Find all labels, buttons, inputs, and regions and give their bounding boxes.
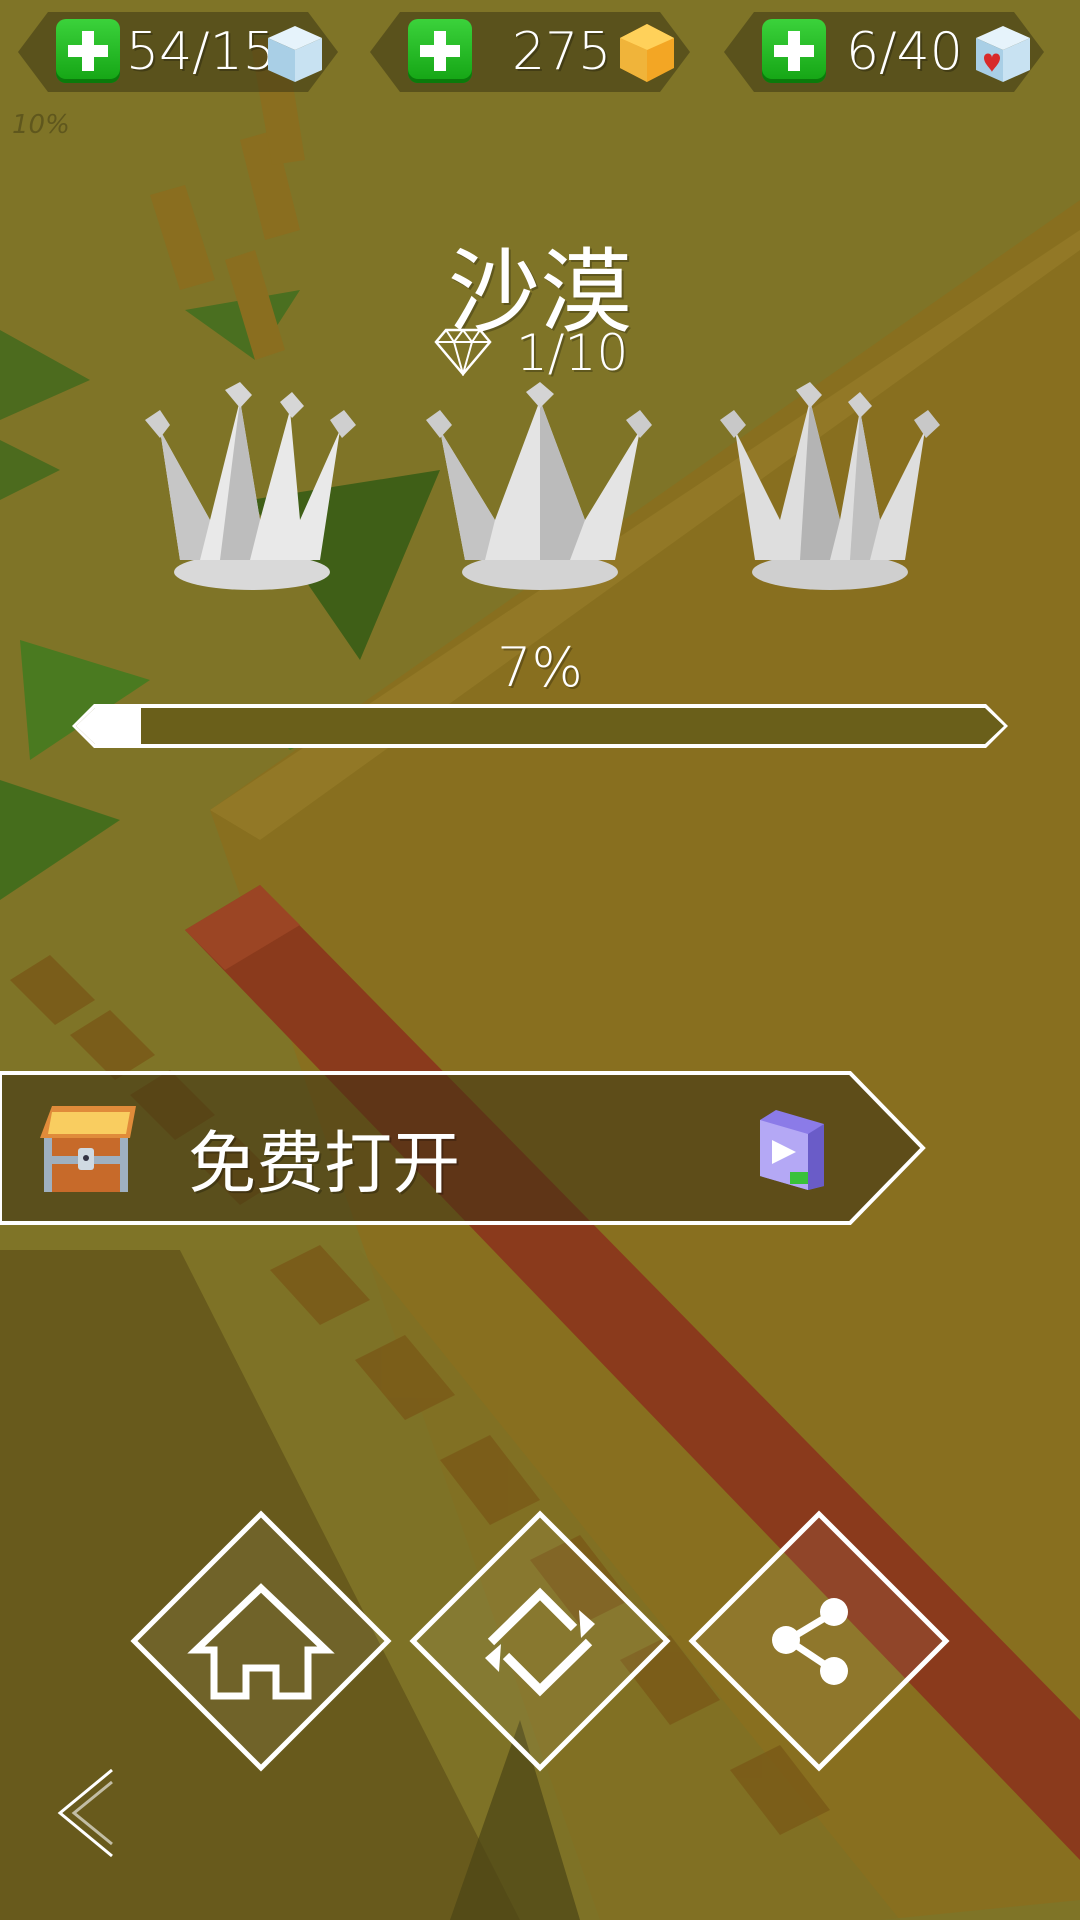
restart-button[interactable] xyxy=(409,1510,671,1772)
free-open-chest-button[interactable]: 免费打开 xyxy=(0,1070,930,1226)
share-button[interactable] xyxy=(688,1510,950,1772)
cube-count: 54/15 xyxy=(126,22,276,82)
gold-gem-icon xyxy=(614,20,680,86)
chest-button-label: 免费打开 xyxy=(188,1125,461,1204)
lives-counter: 6/40 xyxy=(724,12,1044,92)
lives-count: 6/40 xyxy=(846,22,963,82)
gem-count: 275 xyxy=(512,22,612,82)
home-button[interactable] xyxy=(130,1510,392,1772)
add-gems-button[interactable] xyxy=(408,19,472,83)
cube-counter: 54/15 xyxy=(18,12,338,92)
ice-cube-icon xyxy=(262,20,328,86)
gem-counter: 275 xyxy=(370,12,690,92)
corner-progress-label: 10% xyxy=(12,110,70,140)
level-progress-bar xyxy=(72,704,1008,748)
back-button[interactable] xyxy=(52,1768,122,1858)
diamond-count: 1/10 xyxy=(516,324,629,382)
crown-icon-2 xyxy=(426,382,652,590)
treasure-chest-icon xyxy=(40,1106,136,1192)
crown-icon-3 xyxy=(720,382,940,590)
video-ad-icon xyxy=(760,1110,824,1190)
chevron-left-icon xyxy=(57,1768,113,1858)
diamond-icon xyxy=(434,328,492,376)
add-lives-button[interactable] xyxy=(762,19,826,83)
add-cubes-button[interactable] xyxy=(56,19,120,83)
crown-icon-1 xyxy=(145,382,356,590)
level-progress-text: 7% xyxy=(497,636,583,699)
diamond-counter: 1/10 xyxy=(430,324,690,382)
